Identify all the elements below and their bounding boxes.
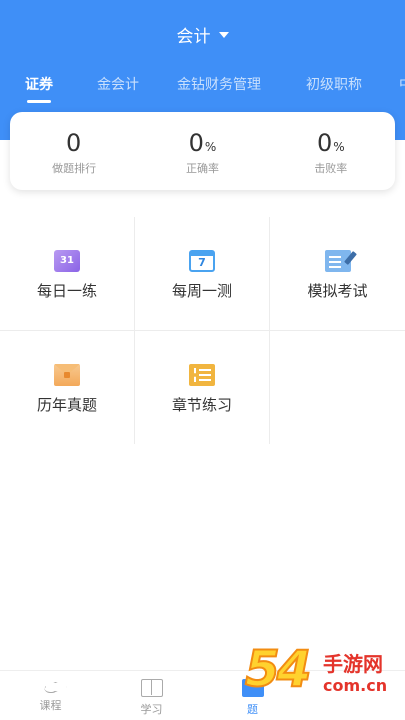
stat-label: 正确率: [185, 162, 219, 175]
nav-study[interactable]: 学习: [101, 671, 202, 720]
tab-zhengquan[interactable]: 证券: [25, 72, 53, 103]
daily-practice-button[interactable]: 31 每日一练: [0, 217, 135, 330]
nav-label: 课程: [39, 699, 62, 712]
grid-row: 31 每日一练 7 每周一测 模拟考试: [0, 217, 405, 330]
stats-card: 0 做题排行 0% 正确率 0% 击败率: [10, 112, 395, 190]
envelope-icon: [54, 364, 80, 386]
grid-item-label: 每日一练: [36, 282, 97, 300]
stat-value: 0: [316, 129, 333, 157]
ticket-icon: [189, 364, 215, 386]
nav-label: 题: [247, 703, 258, 716]
grid-item-label: 历年真题: [36, 396, 97, 414]
quiz-icon: [241, 679, 264, 697]
edit-icon: [324, 250, 351, 272]
tab-jinkuaiji[interactable]: 金会计: [97, 72, 139, 94]
mock-exam-button[interactable]: 模拟考试: [270, 217, 405, 330]
calendar-7-icon: 7: [189, 250, 215, 272]
book-icon: [140, 679, 163, 697]
stat-accuracy[interactable]: 0% 正确率: [138, 112, 266, 190]
tab-chuji-zhicheng[interactable]: 初级职称: [306, 72, 362, 94]
past-papers-button[interactable]: 历年真题: [0, 331, 135, 444]
tab-jinzuan-caiwu[interactable]: 金钻财务管理: [177, 72, 261, 94]
stat-unit: %: [333, 140, 345, 154]
weekly-test-button[interactable]: 7 每周一测: [135, 217, 270, 330]
grid-item-label: 每周一测: [171, 282, 232, 300]
stat-label: 击败率: [314, 162, 348, 175]
caret-down-icon: [218, 32, 229, 38]
grid-row: 历年真题 章节练习: [0, 330, 405, 444]
stat-ranking[interactable]: 0 做题排行: [10, 112, 138, 190]
subject-label: 会计: [176, 27, 211, 47]
grid-item-label: 模拟考试: [307, 282, 368, 300]
stat-value: 0: [188, 129, 204, 157]
tab-zhong[interactable]: 中: [399, 72, 405, 94]
graduation-cap-icon: [43, 679, 58, 693]
practice-grid: 31 每日一练 7 每周一测 模拟考试 历年真题 章节练习: [0, 217, 405, 444]
chapter-practice-button[interactable]: 章节练习: [135, 331, 270, 444]
grid-item-label: 章节练习: [171, 396, 232, 414]
subject-selector[interactable]: 会计: [0, 22, 405, 47]
category-tabs: 证券 金会计 金钻财务管理 初级职称 中: [0, 72, 405, 104]
stat-value: 0: [66, 129, 82, 157]
stat-label: 做题排行: [52, 162, 97, 175]
stat-unit: %: [204, 140, 217, 154]
calendar-31-icon: 31: [54, 250, 80, 272]
stat-beat-rate[interactable]: 0% 击败率: [267, 112, 395, 190]
nav-courses[interactable]: 课程: [0, 671, 101, 720]
nav-quiz[interactable]: 题: [202, 671, 303, 720]
bottom-nav: 课程 学习 题: [0, 670, 405, 720]
nav-label: 学习: [140, 703, 163, 716]
